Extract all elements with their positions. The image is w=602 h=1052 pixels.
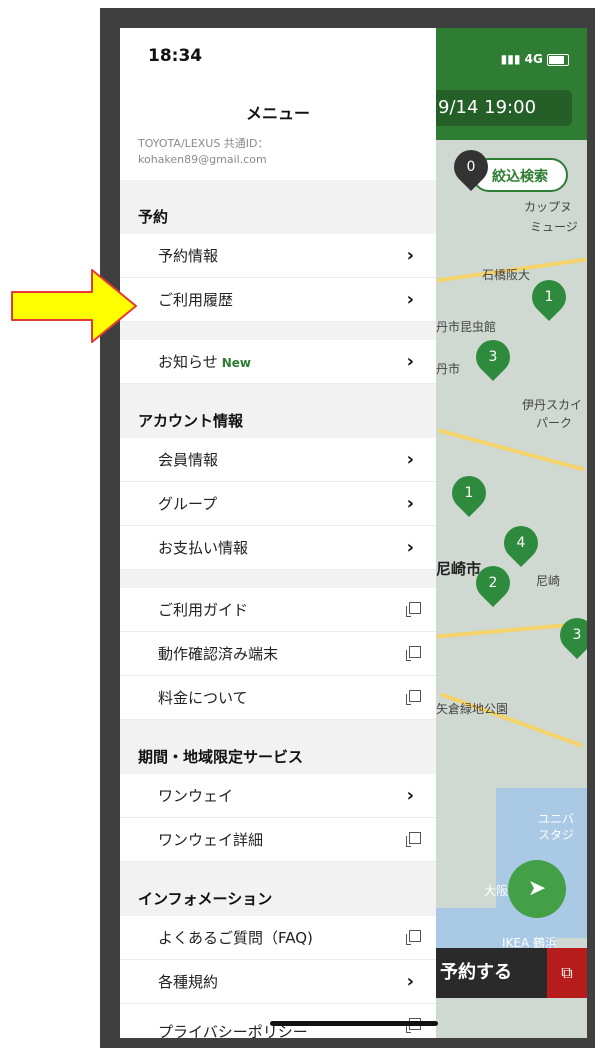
map-label: 丹市昆虫館 [436, 320, 497, 334]
map-label: 尼崎市 [436, 560, 482, 578]
section-account: アカウント情報 [120, 384, 436, 438]
status-time: 18:34 [148, 46, 203, 66]
map-label: 丹市 [436, 362, 461, 376]
map-label: カップヌ [524, 200, 573, 214]
menu-item-label: 予約情報 [158, 247, 219, 265]
reserve-button[interactable]: 予約する [440, 948, 512, 998]
section-title: インフォメーション [138, 890, 273, 908]
map-pin[interactable]: 3 [468, 332, 518, 382]
menu-item-news[interactable]: お知らせ New › [120, 340, 436, 384]
menu-item-label: グループ [158, 495, 218, 513]
status-icons: ▮▮▮ 4G [501, 52, 569, 66]
chevron-right-icon: › [406, 971, 414, 992]
external-link-icon [406, 602, 421, 617]
map-pin[interactable]: 4 [496, 518, 546, 568]
menu-item-pricing[interactable]: 料金について [120, 676, 436, 720]
menu-item-label: ワンウェイ詳細 [158, 831, 264, 849]
chevron-right-icon: › [406, 493, 414, 514]
external-link-icon [406, 690, 421, 705]
menu-item-label: 動作確認済み端末 [158, 645, 279, 663]
chevron-right-icon: › [406, 289, 414, 310]
menu-title: メニュー [245, 104, 310, 123]
menu-item-label: 料金について [158, 689, 248, 707]
map-pin[interactable]: 2 [468, 558, 518, 608]
map-label: 大阪 [484, 884, 509, 898]
section-reservation: 予約 [120, 180, 436, 234]
section-spacer [120, 570, 436, 588]
menu-item-one-way[interactable]: ワンウェイ › [120, 774, 436, 818]
chevron-right-icon: › [406, 351, 414, 372]
map-view[interactable]: ▮▮▮ 4G 9/14 19:00 絞込検索 カップヌ ミュージ 石橋阪大 丹市… [436, 28, 587, 1038]
network-label: 4G [524, 52, 543, 66]
signal-icon: ▮▮▮ [500, 52, 521, 66]
section-limited-services: 期間・地域限定サービス [120, 720, 436, 774]
map-pin[interactable]: 1 [524, 272, 574, 322]
phone-screen: ▮▮▮ 4G 9/14 19:00 絞込検索 カップヌ ミュージ 石橋阪大 丹市… [120, 28, 587, 1038]
menu-item-label: 各種規約 [158, 973, 219, 991]
section-information: インフォメーション [120, 862, 436, 916]
map-header: ▮▮▮ 4G 9/14 19:00 [436, 28, 587, 140]
external-link-icon[interactable]: ⧉ [547, 948, 587, 998]
menu-item-usage-history[interactable]: ご利用履歴 › [120, 278, 436, 322]
account-email: kohaken89@gmail.com [138, 153, 267, 166]
menu-item-label: 会員情報 [158, 451, 219, 469]
menu-item-usage-guide[interactable]: ご利用ガイド [120, 588, 436, 632]
section-spacer [120, 322, 436, 340]
side-menu-drawer: 18:34 メニュー TOYOTA/LEXUS 共通ID： kohaken89@… [120, 28, 436, 1038]
menu-item-one-way-details[interactable]: ワンウェイ詳細 [120, 818, 436, 862]
section-title: 期間・地域限定サービス [138, 748, 304, 766]
menu-item-member-info[interactable]: 会員情報 › [120, 438, 436, 482]
external-link-icon [406, 930, 421, 945]
map-label: ミュージ [530, 220, 578, 234]
map-label: 伊丹スカイ [522, 398, 583, 412]
section-title: 予約 [138, 208, 169, 226]
section-title: アカウント情報 [138, 412, 244, 430]
map-pin[interactable]: 1 [444, 468, 494, 518]
menu-item-label: よくあるご質問（FAQ) [158, 929, 313, 947]
map-pin[interactable]: 0 [446, 142, 496, 192]
menu-item-payment-info[interactable]: お支払い情報 › [120, 526, 436, 570]
new-badge: New [221, 356, 251, 370]
menu-item-label: お知らせ New [158, 340, 251, 385]
menu-item-group[interactable]: グループ › [120, 482, 436, 526]
menu-item-verified-devices[interactable]: 動作確認済み端末 [120, 632, 436, 676]
battery-icon [547, 53, 569, 66]
map-pin[interactable]: 3 [552, 610, 587, 660]
chevron-right-icon: › [406, 245, 414, 266]
home-indicator [270, 1021, 438, 1026]
chevron-right-icon: › [406, 537, 414, 558]
map-label: スタジ [538, 828, 575, 842]
external-link-icon [406, 832, 421, 847]
map-label: ユニバ [538, 812, 575, 826]
reserve-bar[interactable]: 予約する ⧉ [436, 948, 587, 998]
datetime-selector[interactable]: 9/14 19:00 [436, 90, 572, 126]
map-label: パーク [536, 416, 573, 430]
road [438, 428, 585, 472]
map-label: 尼崎 [536, 574, 561, 588]
menu-item-label: ご利用ガイド [158, 601, 249, 619]
menu-item-faq[interactable]: よくあるご質問（FAQ) [120, 916, 436, 960]
news-label: お知らせ [158, 353, 218, 371]
chevron-right-icon: › [406, 785, 414, 806]
menu-item-label: ワンウェイ [158, 787, 234, 805]
external-link-icon [406, 646, 421, 661]
chevron-right-icon: › [406, 449, 414, 470]
map-label: 石橋阪大 [482, 268, 531, 282]
current-location-button[interactable]: ➤ [508, 860, 566, 918]
annotation-arrow [11, 269, 137, 343]
menu-item-reservation-info[interactable]: 予約情報 › [120, 234, 436, 278]
menu-item-terms[interactable]: 各種規約 › [120, 960, 436, 1004]
menu-item-label: ご利用履歴 [158, 291, 234, 309]
navigation-arrow-icon: ➤ [527, 876, 547, 901]
account-label: TOYOTA/LEXUS 共通ID： [138, 137, 269, 150]
map-label: 矢倉緑地公園 [436, 702, 509, 716]
account-id: TOYOTA/LEXUS 共通ID： kohaken89@gmail.com [138, 136, 269, 168]
menu-item-label: お支払い情報 [158, 539, 249, 557]
